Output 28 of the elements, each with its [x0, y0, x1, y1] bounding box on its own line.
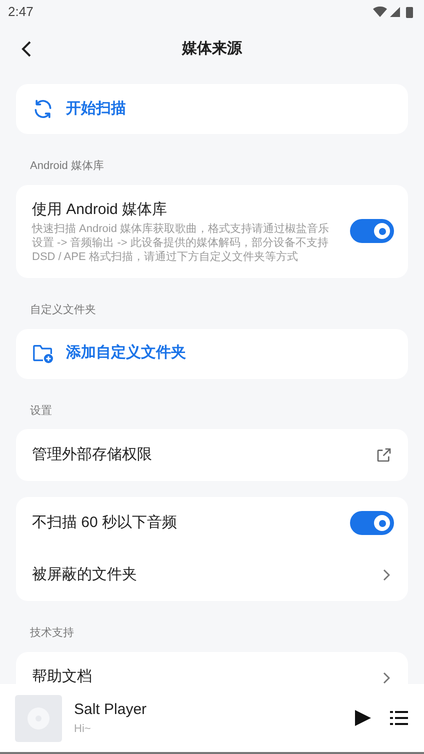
folder-add-icon — [32, 344, 54, 364]
action-row[interactable]: 添加自定义文件夹 — [16, 328, 408, 378]
track-title: Salt Player — [74, 700, 148, 720]
status-icons — [372, 5, 416, 19]
section-heading: Android 媒体库 — [29, 158, 105, 174]
setting-label: 使用 Android 媒体库 — [32, 200, 168, 220]
refresh-icon — [32, 98, 54, 120]
external-link-icon[interactable] — [376, 447, 392, 463]
section-heading: 技术支持 — [29, 626, 75, 641]
mini-player[interactable]: Salt Player Hi~ — [0, 684, 424, 754]
chevron-right-icon — [382, 569, 390, 581]
setting-description: 快速扫描 Android 媒体库获取歌曲，格式支持请通过椒盐音乐设置 -> 音频输出 -> 此设备提供的媒体解码，部分设备不支持 DSD / APE 格式扫描，请通过下方自定义文件夹等方式 — [32, 222, 330, 264]
section-heading: 自定义文件夹 — [29, 302, 97, 318]
status-time: 2:47 — [8, 3, 34, 22]
setting-label[interactable]: 被屏蔽的文件夹 — [32, 564, 382, 586]
setting-label: 不扫描 60 秒以下音频 — [32, 512, 178, 533]
track-subtitle: Hi~ — [74, 722, 92, 737]
chevron-right-icon — [382, 672, 390, 684]
toggle-switch[interactable] — [350, 219, 394, 244]
action-row[interactable]: 开始扫描 — [16, 84, 408, 134]
setting-label[interactable]: 帮助文档 — [32, 666, 382, 684]
setting-label[interactable]: 管理外部存储权限 — [32, 444, 376, 466]
toggle-switch[interactable] — [350, 511, 394, 535]
section-heading: 设置 — [29, 404, 53, 418]
page-title: 媒体来源 — [182, 38, 242, 59]
playlist-icon[interactable] — [390, 710, 408, 726]
back-icon[interactable] — [20, 40, 32, 58]
play-icon[interactable] — [354, 709, 372, 727]
